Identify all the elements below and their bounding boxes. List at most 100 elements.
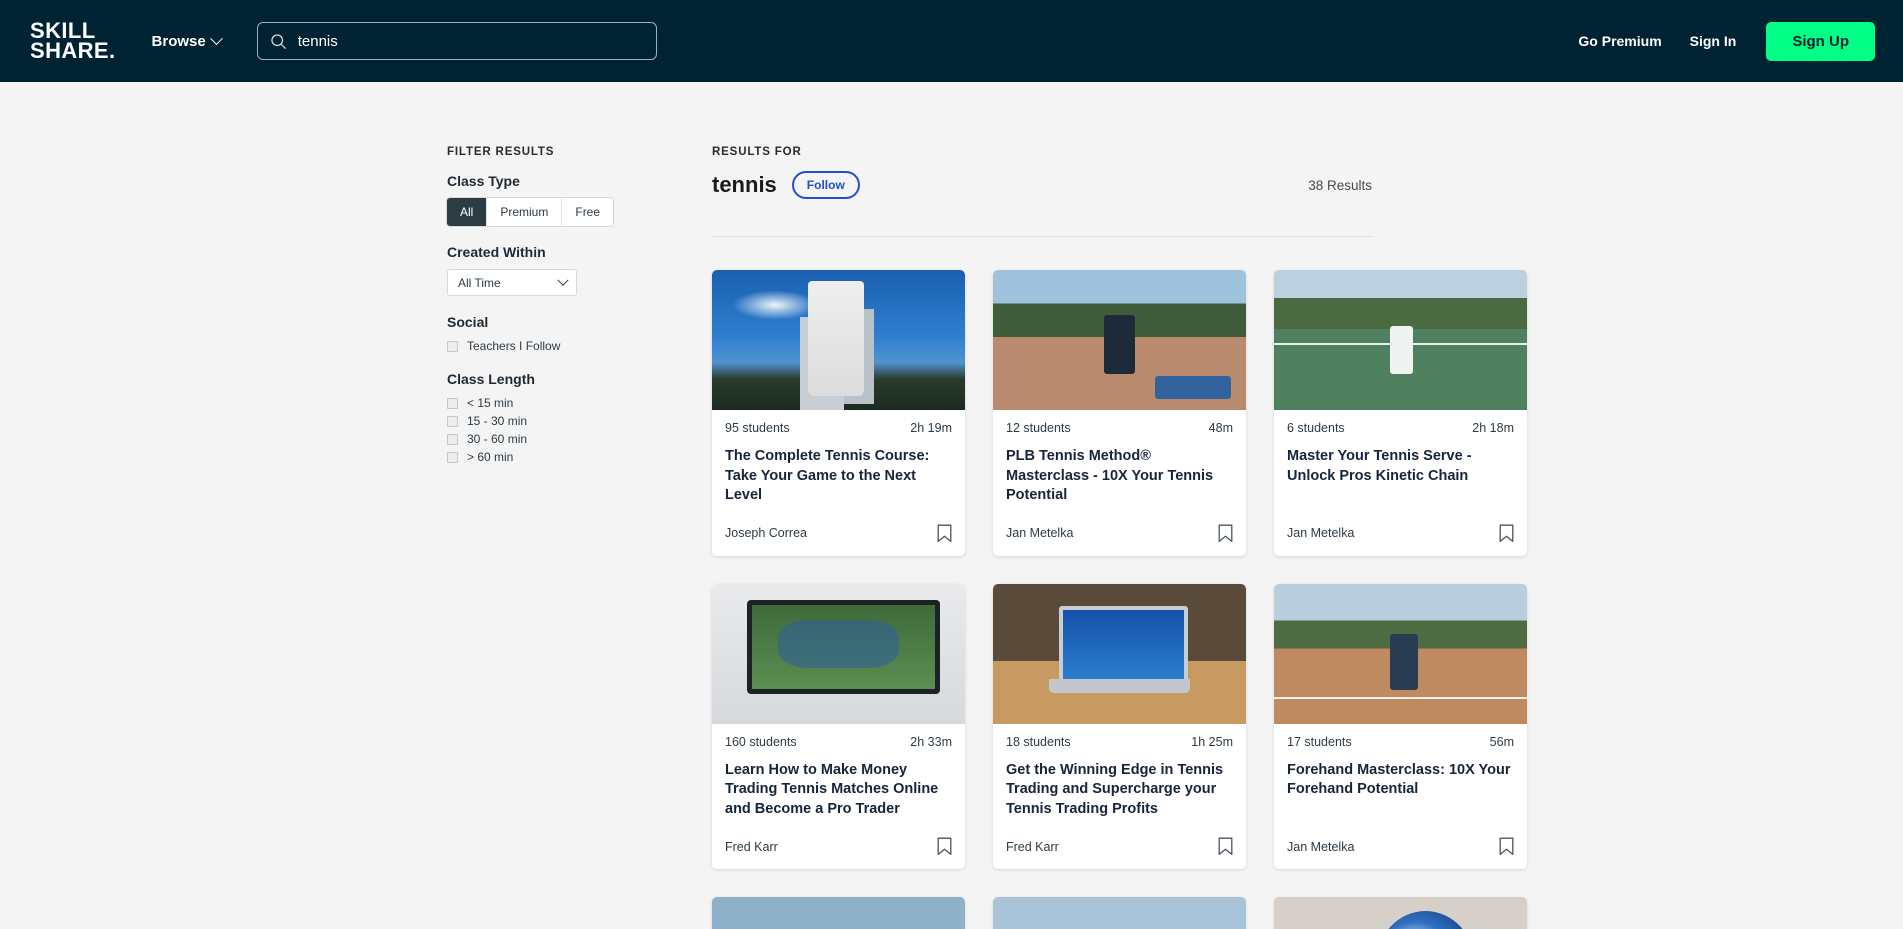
class-thumbnail — [1274, 270, 1527, 410]
class-thumbnail — [993, 583, 1246, 724]
class-title[interactable]: Master Your Tennis Serve - Unlock Pros K… — [1287, 447, 1514, 486]
class-card-8[interactable] — [993, 897, 1246, 929]
created-within-value: All Time — [458, 275, 501, 290]
class-card-body: 160 students 2h 33m Learn How to Make Mo… — [712, 724, 965, 820]
class-duration: 2h 18m — [1472, 421, 1514, 435]
class-thumbnail — [993, 270, 1246, 410]
class-thumbnail — [712, 897, 965, 929]
class-card-9[interactable] — [1274, 897, 1527, 929]
page-body: FILTER RESULTS Class Type All Premium Fr… — [0, 82, 1903, 929]
skillshare-logo[interactable]: SKILL SHARE. — [30, 19, 116, 63]
checkbox-icon[interactable] — [447, 397, 458, 409]
student-count: 6 students — [1287, 421, 1345, 435]
class-thumbnail — [712, 583, 965, 724]
class-title[interactable]: The Complete Tennis Course: Take Your Ga… — [725, 447, 952, 506]
class-duration: 48m — [1208, 421, 1233, 435]
class-card-body: 6 students 2h 18m Master Your Tennis Ser… — [1274, 410, 1527, 506]
search-input[interactable] — [297, 32, 644, 50]
class-meta: 6 students 2h 18m — [1287, 421, 1514, 435]
header-actions: Go Premium Sign In Sign Up — [1578, 21, 1875, 61]
filter-group-class-length: Class Length < 15 min 15 - 30 min 30 - 6… — [447, 371, 610, 464]
bookmark-icon[interactable] — [1499, 837, 1514, 856]
class-card-4[interactable]: 160 students 2h 33m Learn How to Make Mo… — [712, 583, 965, 870]
class-card-7[interactable] — [712, 897, 965, 929]
teacher-name[interactable]: Jan Metelka — [1287, 526, 1354, 540]
class-card-body: 12 students 48m PLB Tennis Method® Maste… — [993, 410, 1246, 506]
class-type-option-all[interactable]: All — [447, 198, 488, 226]
filter-sidebar: FILTER RESULTS Class Type All Premium Fr… — [447, 146, 614, 929]
checkbox-icon[interactable] — [447, 415, 458, 427]
bookmark-icon[interactable] — [1499, 524, 1514, 543]
checkbox-label: Teachers I Follow — [467, 339, 561, 353]
checkbox-icon[interactable] — [447, 340, 458, 352]
filter-group-created-within: Created Within All Time — [447, 244, 610, 296]
checkbox-30-60-min[interactable]: 30 - 60 min — [447, 432, 610, 446]
class-type-option-free[interactable]: Free — [562, 198, 614, 226]
created-within-select[interactable]: All Time — [447, 269, 577, 296]
site-header: SKILL SHARE. Browse Go Premium Sign In S… — [0, 0, 1903, 82]
class-card-body: 95 students 2h 19m The Complete Tennis C… — [712, 410, 965, 506]
bookmark-icon[interactable] — [1218, 837, 1233, 856]
checkbox-15-30-min[interactable]: 15 - 30 min — [447, 414, 610, 428]
follow-button[interactable]: Follow — [791, 171, 860, 199]
class-title[interactable]: PLB Tennis Method® Masterclass - 10X You… — [1006, 447, 1233, 506]
class-card-body: 17 students 56m Forehand Masterclass: 10… — [1274, 724, 1527, 820]
bookmark-icon[interactable] — [937, 837, 952, 856]
class-meta: 12 students 48m — [1006, 421, 1233, 435]
class-card-footer: Joseph Correa — [712, 506, 965, 556]
checkbox-over-60-min[interactable]: > 60 min — [447, 450, 610, 464]
teacher-name[interactable]: Jan Metelka — [1287, 840, 1354, 854]
class-card-5[interactable]: 18 students 1h 25m Get the Winning Edge … — [993, 583, 1246, 870]
created-within-title: Created Within — [447, 244, 546, 260]
student-count: 18 students — [1006, 734, 1071, 749]
teacher-name[interactable]: Fred Karr — [1006, 840, 1059, 854]
search-results: RESULTS FOR tennis Follow 38 Results 95 … — [712, 146, 1527, 929]
class-title[interactable]: Learn How to Make Money Trading Tennis M… — [725, 761, 952, 820]
class-meta: 160 students 2h 33m — [725, 735, 952, 749]
checkbox-icon[interactable] — [447, 433, 458, 445]
teacher-name[interactable]: Joseph Correa — [725, 526, 807, 540]
bookmark-icon[interactable] — [1218, 524, 1233, 543]
sign-up-button[interactable]: Sign Up — [1766, 21, 1875, 61]
class-thumbnail — [1274, 897, 1527, 929]
social-title: Social — [447, 314, 489, 330]
class-thumbnail — [712, 270, 965, 410]
teacher-name[interactable]: Fred Karr — [725, 840, 778, 854]
browse-label: Browse — [151, 32, 206, 50]
bookmark-icon[interactable] — [937, 524, 952, 543]
filter-results-heading: FILTER RESULTS — [447, 146, 555, 158]
student-count: 95 students — [725, 421, 790, 435]
query-row: tennis Follow 38 Results — [712, 170, 1372, 200]
class-card-footer: Jan Metelka — [1274, 819, 1527, 869]
search-bar[interactable] — [256, 22, 657, 60]
class-title[interactable]: Forehand Masterclass: 10X Your Forehand … — [1287, 761, 1514, 800]
class-type-segmented-control: All Premium Free — [447, 198, 614, 226]
checkbox-label: < 15 min — [467, 396, 514, 410]
checkbox-icon[interactable] — [447, 451, 458, 463]
class-card-grid: 95 students 2h 19m The Complete Tennis C… — [712, 270, 1527, 929]
checkbox-teachers-i-follow[interactable]: Teachers I Follow — [447, 339, 610, 353]
class-card-3[interactable]: 6 students 2h 18m Master Your Tennis Ser… — [1274, 270, 1527, 556]
class-meta: 18 students 1h 25m — [1006, 735, 1233, 749]
class-card-1[interactable]: 95 students 2h 19m The Complete Tennis C… — [712, 270, 965, 556]
class-duration: 56m — [1489, 734, 1514, 749]
class-title[interactable]: Get the Winning Edge in Tennis Trading a… — [1006, 761, 1233, 820]
filter-group-class-type: Class Type All Premium Free — [447, 173, 614, 226]
class-card-2[interactable]: 12 students 48m PLB Tennis Method® Maste… — [993, 270, 1246, 556]
teacher-name[interactable]: Jan Metelka — [1006, 526, 1073, 540]
sign-in-link[interactable]: Sign In — [1690, 33, 1737, 49]
class-card-footer: Fred Karr — [993, 819, 1246, 869]
checkbox-under-15-min[interactable]: < 15 min — [447, 396, 610, 410]
class-duration: 2h 33m — [910, 734, 952, 749]
class-length-title: Class Length — [447, 371, 535, 387]
chevron-down-icon — [209, 31, 223, 45]
go-premium-link[interactable]: Go Premium — [1578, 33, 1661, 49]
logo-line-2: SHARE. — [30, 38, 116, 63]
class-card-6[interactable]: 17 students 56m Forehand Masterclass: 10… — [1274, 583, 1527, 870]
class-thumbnail — [1274, 583, 1527, 724]
class-card-footer: Jan Metelka — [993, 506, 1246, 556]
student-count: 12 students — [1006, 421, 1071, 435]
class-type-option-premium[interactable]: Premium — [487, 198, 563, 226]
checkbox-label: > 60 min — [467, 450, 514, 464]
browse-menu[interactable]: Browse — [151, 31, 223, 50]
